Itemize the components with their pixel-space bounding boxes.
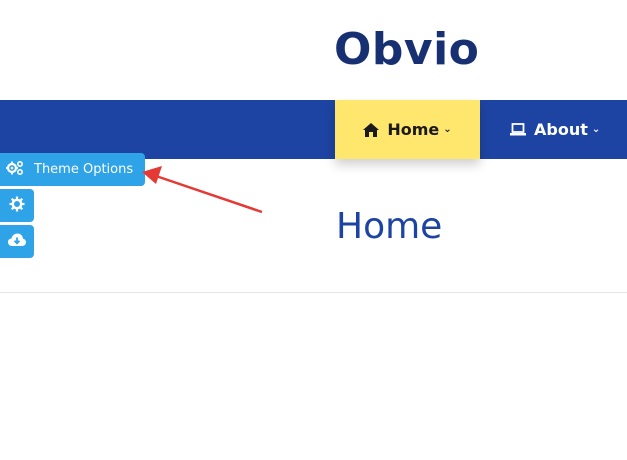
content-divider [0, 292, 627, 293]
theme-options-label: Theme Options [34, 162, 134, 177]
page-title: Home [336, 206, 443, 247]
chevron-down-icon: ⌄ [591, 124, 601, 135]
laptop-icon [510, 123, 526, 136]
chevron-down-icon: ⌄ [443, 124, 452, 135]
site-logo[interactable]: Obvio [334, 20, 479, 80]
cloud-download-icon [8, 232, 26, 251]
settings-button[interactable] [0, 189, 34, 222]
nav-item-home[interactable]: Home ⌄ [335, 100, 480, 159]
gear-icon [9, 196, 25, 216]
home-icon [363, 122, 380, 137]
page: Obvio Home ⌄ About ⌄ Home Theme Options [0, 0, 627, 460]
main-navbar: Home ⌄ About ⌄ [0, 100, 627, 159]
theme-options-button[interactable]: Theme Options [0, 153, 145, 186]
nav-item-label: About [534, 120, 588, 139]
nav-item-label: Home [387, 120, 440, 139]
annotation-arrow [142, 166, 263, 214]
download-button[interactable] [0, 225, 34, 258]
gears-icon [6, 160, 24, 180]
nav-item-about[interactable]: About ⌄ [510, 100, 600, 159]
